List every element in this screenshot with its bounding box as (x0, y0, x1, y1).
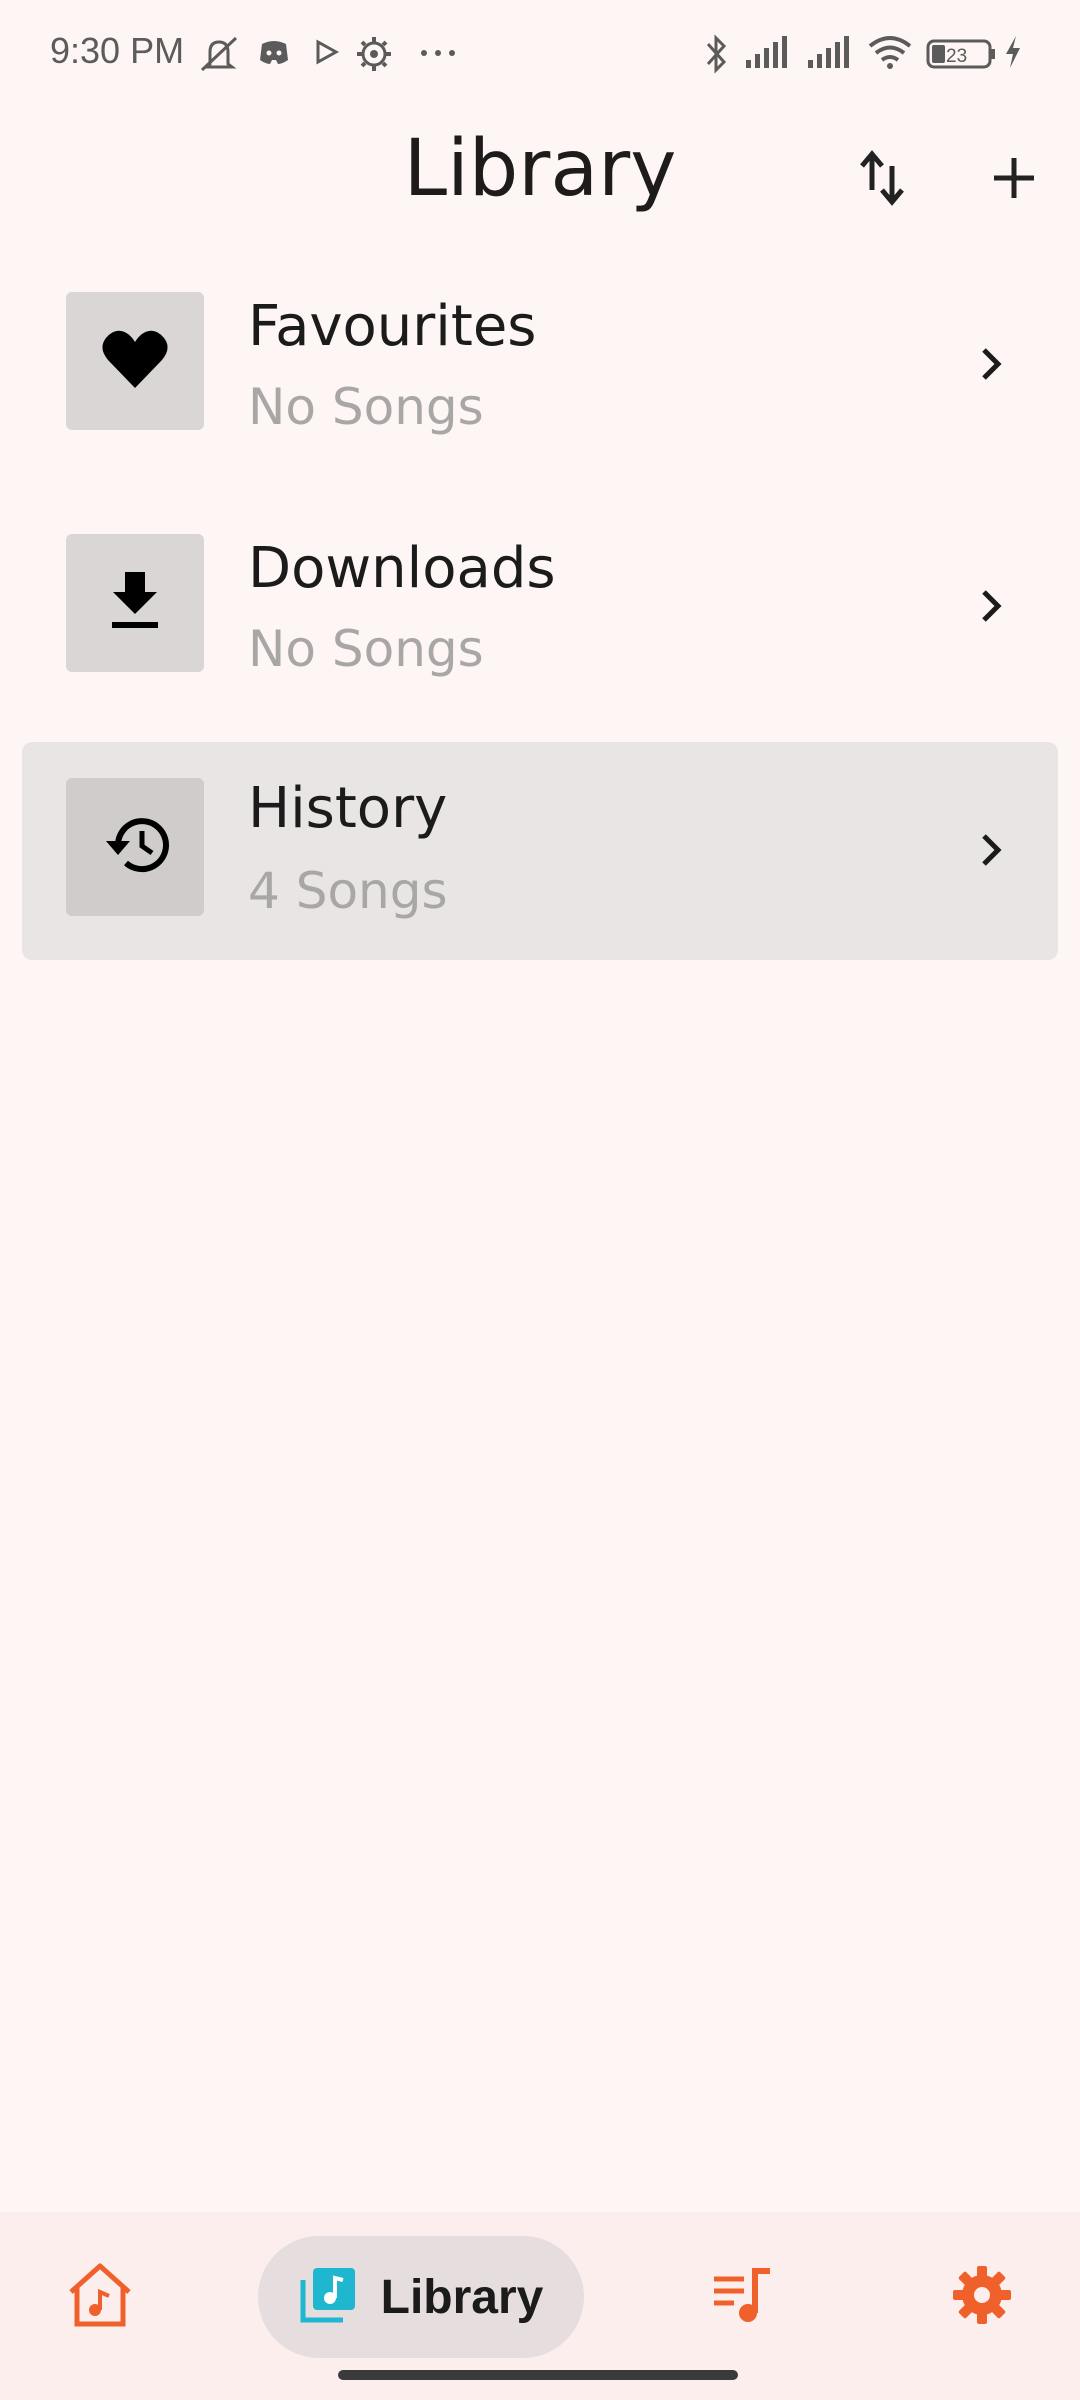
mute-icon (196, 34, 242, 78)
list-item-favourites[interactable]: Favourites No Songs (22, 272, 1058, 490)
favourites-thumbnail (66, 292, 204, 430)
history-thumbnail (66, 778, 204, 916)
add-icon (990, 154, 1038, 206)
battery-icon: 23 (926, 38, 998, 74)
downloads-thumbnail (66, 534, 204, 672)
wifi-icon (866, 34, 914, 74)
item-subtitle: 4 Songs (248, 862, 448, 920)
battery-level: 23 (946, 46, 967, 67)
item-title: Favourites (248, 294, 537, 359)
download-icon (109, 570, 161, 636)
home-indicator[interactable] (338, 2370, 738, 2380)
nav-settings[interactable] (930, 2236, 1034, 2358)
nav-library-label: Library (380, 2270, 544, 2324)
signal-icon (806, 34, 856, 74)
history-icon (100, 813, 170, 881)
item-title: Downloads (248, 536, 556, 601)
item-subtitle: No Songs (248, 620, 484, 678)
queue-music-icon (712, 2265, 776, 2329)
home-music-icon (65, 2262, 135, 2332)
list-item-downloads[interactable]: Downloads No Songs (22, 514, 1058, 732)
more-dots-icon (418, 44, 458, 63)
nav-queue[interactable] (692, 2236, 796, 2358)
nav-home[interactable] (48, 2236, 152, 2358)
chevron-right-icon (966, 582, 1014, 630)
status-time: 9:30 PM (50, 30, 185, 71)
library-music-icon (299, 2266, 357, 2328)
sort-button[interactable] (834, 132, 930, 228)
signal-icon (744, 34, 794, 74)
settings-icon (951, 2264, 1013, 2330)
status-bar: 9:30 PM 23 (0, 0, 1080, 110)
settings-cog-icon (354, 34, 394, 78)
chevron-right-icon (966, 340, 1014, 388)
heart-icon (100, 328, 170, 394)
play-store-icon (312, 34, 342, 74)
sort-icon (858, 150, 906, 210)
nav-library[interactable]: Library (258, 2236, 584, 2358)
bluetooth-icon (702, 34, 730, 78)
item-subtitle: No Songs (248, 378, 484, 436)
chevron-right-icon (966, 826, 1014, 874)
charging-icon (1002, 34, 1024, 74)
add-button[interactable] (966, 132, 1062, 228)
header: Library (0, 110, 1080, 260)
item-title: History (248, 776, 448, 841)
discord-icon (256, 34, 292, 74)
list-item-history[interactable]: History 4 Songs (22, 742, 1058, 960)
